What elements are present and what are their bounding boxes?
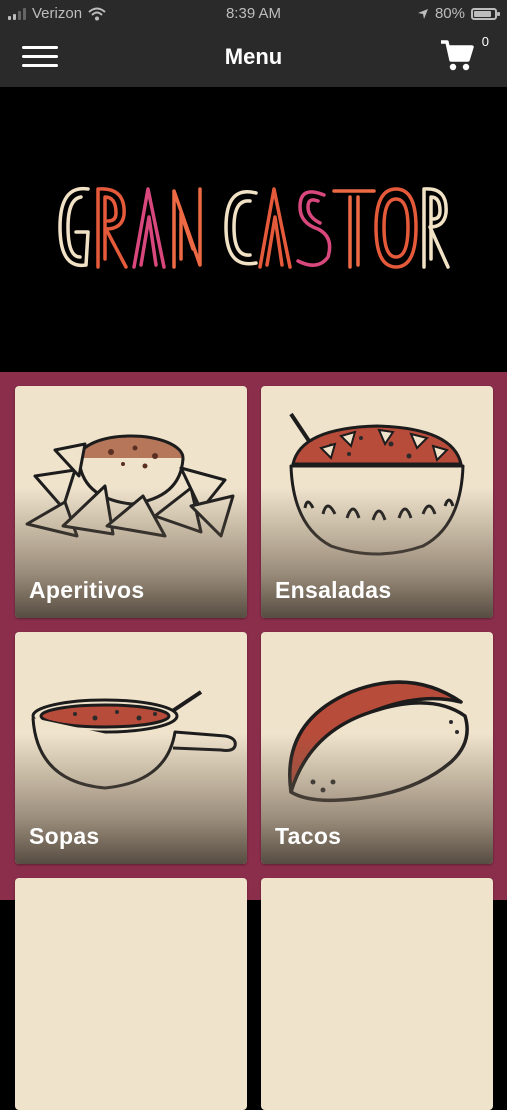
category-card-tacos[interactable]: Tacos xyxy=(261,632,493,864)
status-bar: Verizon 8:39 AM 80% xyxy=(0,0,507,30)
category-label: Aperitivos xyxy=(29,577,145,603)
cart-button[interactable]: 0 xyxy=(439,34,489,78)
menu-category-grid: Aperitivos Ensaladas Sopas Tacos xyxy=(0,372,507,1110)
page-title: Menu xyxy=(224,44,283,69)
hero-banner xyxy=(0,87,507,372)
category-card-sopas[interactable]: Sopas xyxy=(15,632,247,864)
cart-icon xyxy=(441,40,474,71)
gran-castor-logo xyxy=(58,186,450,269)
nav-bar: Menu 0 xyxy=(0,30,507,87)
category-card-ensaladas[interactable]: Ensaladas xyxy=(261,386,493,618)
battery-icon xyxy=(471,7,500,20)
category-card-partial[interactable] xyxy=(15,878,247,1110)
category-label: Ensaladas xyxy=(275,577,392,603)
category-card-aperitivos[interactable]: Aperitivos xyxy=(15,386,247,618)
cart-count-badge: 0 xyxy=(481,34,489,49)
category-label: Tacos xyxy=(275,823,342,849)
category-label: Sopas xyxy=(29,823,100,849)
category-card-partial[interactable] xyxy=(261,878,493,1110)
top-bar: Verizon 8:39 AM 80% Menu 0 xyxy=(0,0,507,87)
location-icon xyxy=(417,8,428,19)
battery-percent: 80% xyxy=(434,5,465,22)
